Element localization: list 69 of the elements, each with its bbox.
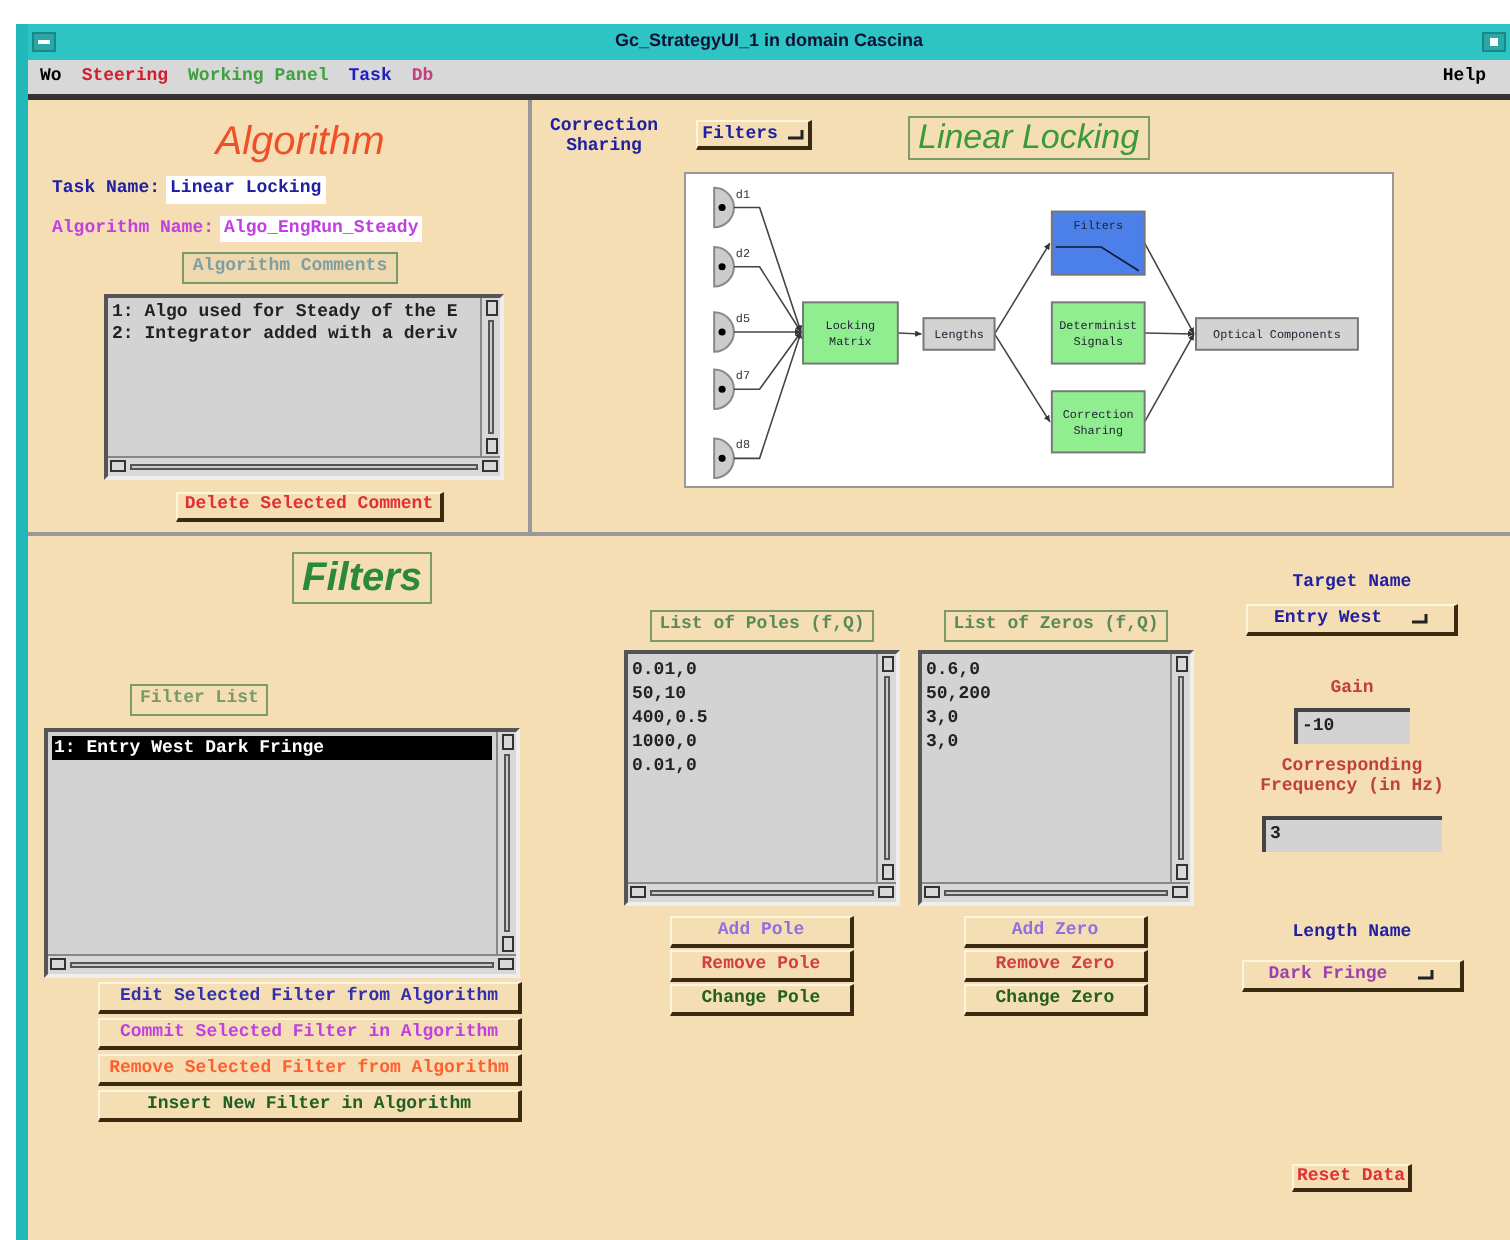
connector-line: [993, 333, 1051, 423]
section-title: Linear Locking: [908, 116, 1150, 160]
menu-item[interactable]: Task: [348, 63, 392, 91]
algorithm-name-field: Algo_EngRun_Steady: [220, 215, 423, 242]
list-item[interactable]: 0.6,0: [926, 657, 1166, 681]
field-label: Target Name: [1292, 570, 1412, 596]
field-label: Algorithm Name:: [52, 215, 215, 241]
list-title: Filter List: [130, 684, 269, 715]
field-label: Gain: [1330, 675, 1374, 701]
list-item[interactable]: 50,200: [926, 681, 1166, 705]
vertical-scrollbar[interactable]: [1170, 653, 1190, 881]
menu-item[interactable]: Help: [1442, 63, 1486, 91]
caret-icon: [1415, 968, 1434, 980]
vertical-scrollbar[interactable]: [480, 297, 500, 455]
frequency-input[interactable]: 3: [1262, 816, 1442, 852]
detector-icon: [713, 368, 735, 410]
horizontal-scrollbar[interactable]: [108, 455, 500, 475]
connector-line: [993, 242, 1051, 335]
length-name-dropdown[interactable]: Dark Fringe: [1241, 959, 1463, 991]
vertical-scrollbar[interactable]: [496, 731, 516, 953]
list-item[interactable]: 0.01,0: [632, 753, 872, 777]
menu-item[interactable]: Steering: [81, 63, 169, 91]
list-item[interactable]: 1: Algo used for Steady of the E: [112, 301, 476, 323]
value-list[interactable]: 0.01,0 50,10 400,0.5 1000,0 0.01,0: [624, 649, 900, 905]
window-maximize-icon[interactable]: [1482, 32, 1506, 52]
connector-line: [897, 330, 923, 337]
list-item[interactable]: 1000,0: [632, 729, 872, 753]
list-item[interactable]: 400,0.5: [632, 705, 872, 729]
horizontal-scrollbar[interactable]: [48, 953, 516, 973]
caret-icon: [1410, 612, 1428, 624]
action-button[interactable]: Change Zero: [964, 983, 1148, 1015]
section-title: Filters: [292, 552, 433, 604]
detector-icon: [713, 311, 735, 353]
field-label: Correction Sharing: [547, 116, 660, 156]
window-menu-icon[interactable]: [32, 32, 56, 52]
action-button[interactable]: Remove Zero: [964, 949, 1148, 981]
action-button[interactable]: Edit Selected Filter from Algorithm: [98, 981, 522, 1013]
gain-input[interactable]: -10: [1294, 708, 1410, 744]
list-item[interactable]: 50,10: [632, 681, 872, 705]
caret-icon: [785, 128, 804, 140]
vertical-scrollbar[interactable]: [876, 653, 896, 881]
task-name-field: Linear Locking: [166, 176, 326, 203]
filters-dropdown[interactable]: Filters: [696, 120, 812, 150]
comments-list[interactable]: 1: Algo used for Steady of the E 2: Integrator added with a deriv: [104, 293, 504, 479]
field-label: Task Name:: [52, 176, 161, 202]
list-item[interactable]: 3,0: [926, 705, 1166, 729]
action-button[interactable]: Insert New Filter in Algorithm: [98, 1089, 522, 1121]
menu-item[interactable]: Wo: [40, 63, 62, 91]
horizontal-scrollbar[interactable]: [628, 881, 896, 901]
target-name-dropdown[interactable]: Entry West: [1246, 603, 1458, 635]
list-item[interactable]: 3,0: [926, 729, 1166, 753]
list-item[interactable]: 0.01,0: [632, 657, 872, 681]
value-list[interactable]: 0.6,0 50,200 3,0 3,0: [918, 649, 1194, 905]
detector-icon: [713, 437, 735, 480]
list-title: List of Zeros (f,Q): [943, 610, 1169, 641]
list-title: Algorithm Comments: [182, 252, 398, 283]
action-button[interactable]: Remove Pole: [670, 949, 854, 981]
field-label: Corresponding Frequency (in Hz): [1258, 756, 1446, 796]
filter-list[interactable]: 1: Entry West Dark Fringe: [44, 727, 520, 977]
horizontal-scrollbar[interactable]: [922, 881, 1190, 901]
detector-icon: [713, 186, 735, 229]
detector-icon: [713, 246, 735, 288]
window-title: Gc_StrategyUI_1 in domain Cascina: [614, 28, 924, 55]
list-item[interactable]: 1: Entry West Dark Fringe: [52, 735, 492, 759]
action-button[interactable]: Change Pole: [670, 983, 854, 1015]
section-title: Algorithm: [215, 120, 385, 164]
list-title: List of Poles (f,Q): [649, 610, 875, 641]
field-label: Length Name: [1292, 920, 1412, 946]
list-item[interactable]: 2: Integrator added with a deriv: [112, 323, 476, 345]
